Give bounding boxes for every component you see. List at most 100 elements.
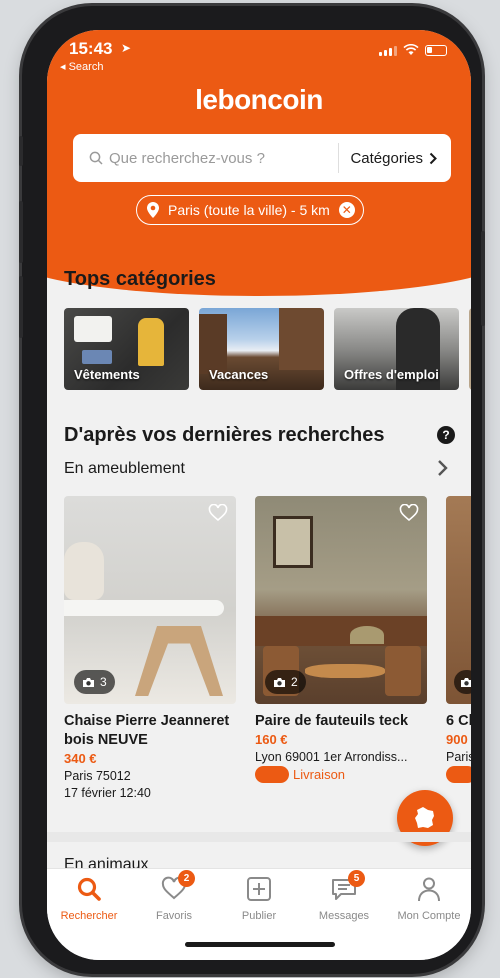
location-label: Paris (toute la ville) - 5 km — [168, 202, 330, 218]
armchair-right-shape — [385, 646, 421, 696]
categories-label: Catégories — [350, 149, 423, 167]
tab-label: Rechercher — [60, 910, 118, 922]
camera-icon — [461, 677, 471, 687]
category-label: Vacances — [209, 367, 269, 382]
listing-photo: 3 — [64, 496, 236, 704]
search-icon — [89, 151, 103, 165]
tab-label: Favoris — [155, 910, 193, 922]
vase-shape — [64, 542, 104, 600]
listing-photo — [446, 496, 471, 704]
signal-icon — [379, 45, 397, 56]
listing-date: 17 février 12:40 — [64, 786, 151, 800]
france-map-icon — [415, 807, 434, 828]
recent-subtitle[interactable]: En ameublement — [64, 460, 185, 478]
tab-rechercher[interactable]: Rechercher — [47, 875, 131, 922]
tab-favoris[interactable]: 2 Favoris — [132, 870, 216, 922]
tab-label: Messages — [318, 910, 370, 922]
chair-legs-shape — [135, 626, 223, 696]
user-icon — [418, 877, 440, 902]
photo-count-badge: 2 — [265, 670, 306, 694]
location-arrow-icon: ➤ — [121, 41, 132, 55]
jeans-shape — [82, 350, 112, 364]
categories-button[interactable]: Catégories — [339, 150, 451, 167]
coffee-table-shape — [305, 664, 385, 678]
tab-messages[interactable]: 5 Messages — [302, 870, 386, 922]
photo-count: 2 — [291, 675, 298, 689]
search-icon — [77, 877, 101, 901]
listing-location: Lyon 69001 1er Arrondiss... — [255, 750, 408, 764]
photo-count: 3 — [100, 675, 107, 689]
app-screen: 15:43 ➤ ◂ Search leboncoin Que recherche… — [47, 30, 471, 960]
listing-title: 6 Ch resta — [446, 713, 471, 729]
sideboard-shape — [255, 616, 427, 646]
map-pin-icon — [147, 202, 159, 218]
battery-icon — [425, 44, 447, 56]
listing-title: Chaise Pierre Jeanneret bois NEUVE — [64, 713, 230, 748]
home-indicator[interactable] — [185, 942, 335, 947]
section-separator — [47, 832, 471, 842]
listing-price: 160 € — [255, 732, 288, 747]
favoris-badge: 2 — [178, 870, 195, 887]
listing-location: Paris — [446, 750, 471, 764]
volume-down-button — [19, 276, 23, 338]
app-logo: leboncoin — [195, 84, 323, 115]
photo-count-badge: 3 — [74, 670, 115, 694]
listing-title: Paire de fauteuils teck — [255, 713, 409, 729]
search-bar[interactable]: Que recherchez-vous ? Catégories — [73, 134, 451, 182]
tab-label: Mon Compte — [397, 910, 461, 922]
category-label: Offres d'emploi — [344, 367, 439, 382]
frame-shape — [273, 516, 313, 568]
tab-publier[interactable]: Publier — [217, 875, 301, 922]
delivery-label: Livraison — [293, 767, 346, 782]
recent-searches-title: D'après vos dernières recherches — [64, 424, 385, 446]
chalet-left-shape — [199, 314, 227, 374]
category-label: Vêtements — [74, 367, 140, 382]
back-to-search-link[interactable]: ◂ Search — [60, 60, 103, 73]
category-tile-partial[interactable] — [469, 308, 471, 390]
shirt-shape — [74, 316, 112, 342]
heart-icon[interactable] — [399, 504, 419, 522]
tab-label: Publier — [241, 910, 277, 922]
tops-title: Tops catégories — [64, 268, 216, 290]
top-categories-row: Vêtements Vacances Offres d'emploi — [64, 308, 471, 390]
category-tile-vacances[interactable]: Vacances — [199, 308, 324, 390]
photo-count-badge — [454, 670, 471, 694]
listing-card[interactable]: 3 Chaise Pierre Jeanneret bois NEUVE 340… — [64, 496, 236, 800]
listing-price: 340 € — [64, 751, 97, 766]
delivery-truck-icon — [446, 766, 471, 783]
chevron-right-icon[interactable] — [435, 458, 451, 478]
power-button — [481, 231, 485, 326]
delivery-badge: Livraison — [255, 766, 427, 783]
help-icon[interactable]: ? — [437, 426, 455, 444]
coat-shape — [138, 318, 164, 366]
add-square-icon — [247, 877, 271, 901]
volume-up-button — [19, 201, 23, 263]
message-icon-wrap: 5 — [330, 870, 365, 903]
clear-location-icon[interactable]: ✕ — [338, 202, 355, 218]
listing-photo: 2 — [255, 496, 427, 704]
status-icons — [379, 44, 447, 56]
status-time: 15:43 — [69, 39, 113, 58]
listing-card[interactable]: 6 Ch resta 900 Paris — [446, 496, 471, 783]
location-filter-chip[interactable]: Paris (toute la ville) - 5 km ✕ — [136, 195, 364, 225]
chevron-right-icon — [429, 152, 437, 164]
category-tile-offres-emploi[interactable]: Offres d'emploi — [334, 308, 459, 390]
messages-badge: 5 — [348, 870, 365, 887]
camera-icon — [83, 677, 94, 687]
heart-icon-wrap: 2 — [160, 870, 195, 903]
table-top-shape — [64, 600, 224, 616]
mute-switch — [19, 136, 23, 166]
delivery-truck-icon — [255, 766, 289, 783]
listing-location: Paris 75012 — [64, 769, 131, 783]
tab-mon-compte[interactable]: Mon Compte — [387, 875, 471, 922]
search-input[interactable]: Que recherchez-vous ? — [109, 150, 338, 167]
lamp-shape — [350, 626, 384, 644]
wifi-icon — [403, 44, 419, 55]
heart-icon[interactable] — [208, 504, 228, 522]
listing-card[interactable]: 2 Paire de fauteuils teck 160 € Lyon 690… — [255, 496, 427, 783]
chalet-right-shape — [279, 308, 324, 370]
status-bar: 15:43 ➤ ◂ Search — [47, 30, 471, 73]
category-tile-vetements[interactable]: Vêtements — [64, 308, 189, 390]
camera-icon — [274, 677, 285, 687]
listing-price: 900 — [446, 732, 468, 747]
